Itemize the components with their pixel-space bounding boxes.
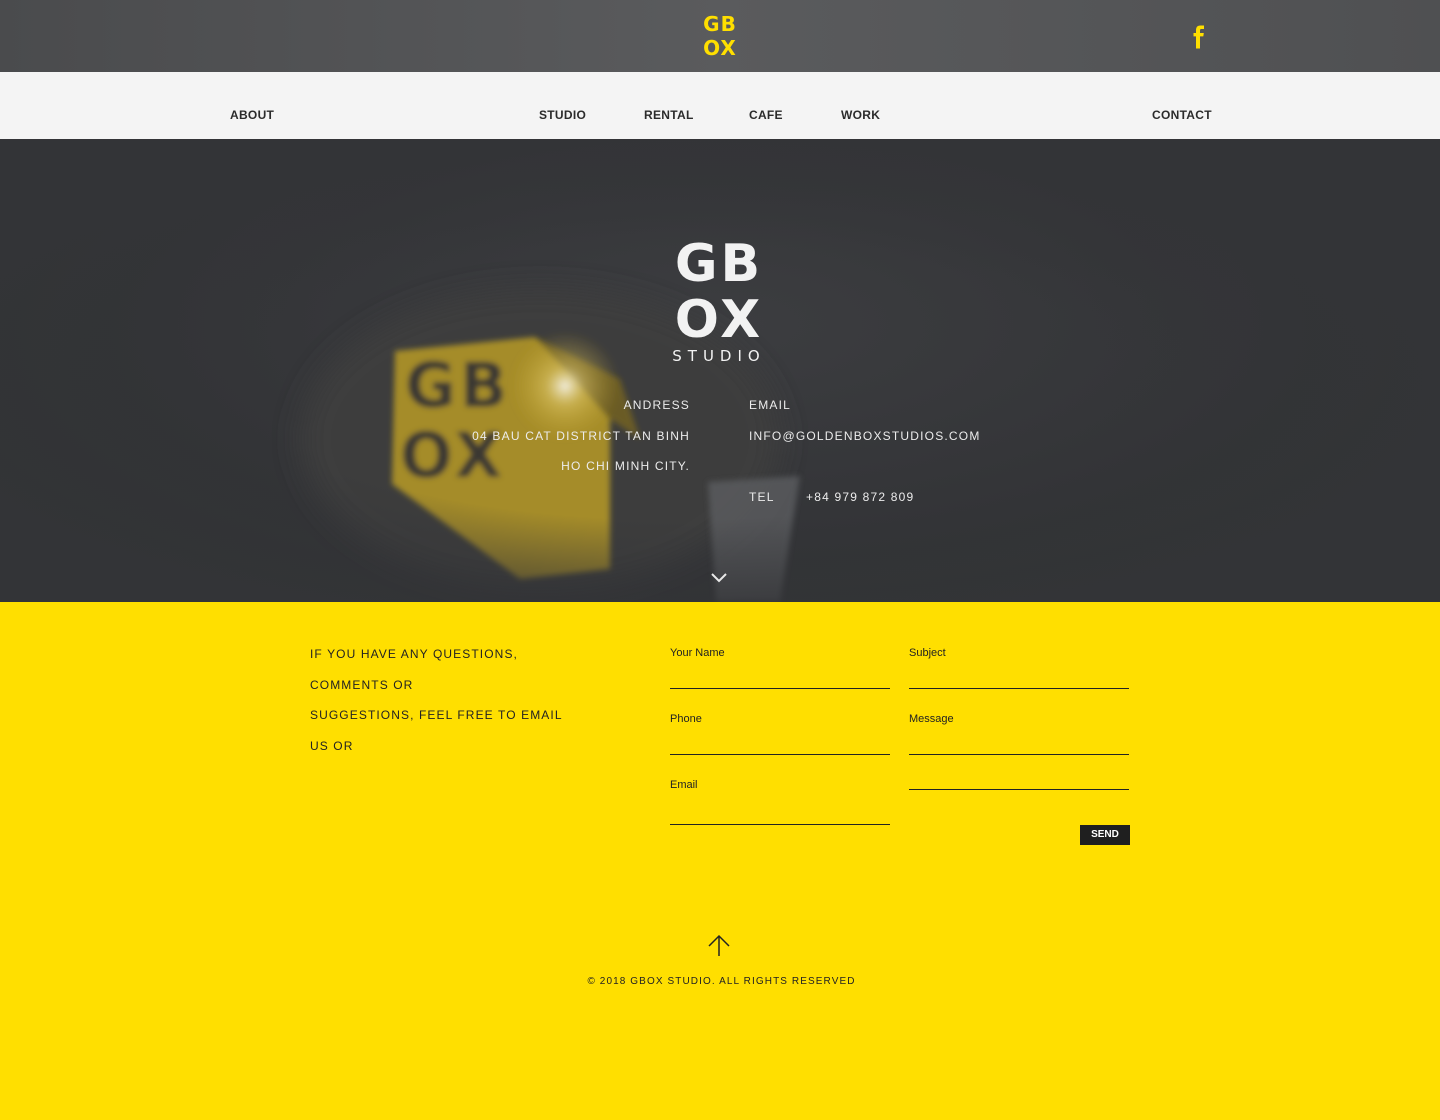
address-line-1: 04 BAU CAT DISTRICT TAN BINH xyxy=(472,429,690,443)
nav-work[interactable]: WORK xyxy=(841,108,880,122)
gbox-logo[interactable]: GB OX xyxy=(697,13,743,59)
gbox-studio-logo: GB OX STUDIO xyxy=(672,234,765,365)
address-label: ANDRESS xyxy=(623,398,690,412)
nav-studio[interactable]: STUDIO xyxy=(539,108,586,122)
email-field-label: Email xyxy=(670,779,698,791)
name-label: Your Name xyxy=(670,647,725,659)
chevron-down-icon[interactable] xyxy=(710,572,728,584)
facebook-icon[interactable] xyxy=(1190,25,1208,49)
contact-lead-line-1: IF YOU HAVE ANY QUESTIONS, xyxy=(310,647,518,661)
message-field[interactable] xyxy=(909,735,1129,755)
svg-text:STUDIO: STUDIO xyxy=(672,347,765,365)
phone-label: Phone xyxy=(670,713,702,725)
tel-label: TEL xyxy=(749,490,775,504)
phone-field[interactable] xyxy=(670,735,890,755)
svg-text:GB: GB xyxy=(703,13,737,36)
svg-text:OX: OX xyxy=(675,290,763,350)
message-field-second-line[interactable] xyxy=(909,789,1129,790)
top-header: GB OX xyxy=(0,0,1440,72)
svg-text:OX: OX xyxy=(703,36,737,59)
hero-section: GB OX GB OX STUDIO ANDRESS 04 BAU CAT DI… xyxy=(0,139,1440,602)
email-field[interactable] xyxy=(670,805,890,825)
hero-background-photo: GB OX xyxy=(0,139,1440,602)
contact-lead-line-4: US OR xyxy=(310,739,354,753)
nav-about[interactable]: ABOUT xyxy=(230,108,274,122)
contact-lead-line-3: SUGGESTIONS, FEEL FREE TO EMAIL xyxy=(310,708,563,722)
contact-lead-line-2: COMMENTS OR xyxy=(310,678,414,692)
address-line-2: HO CHI MINH CITY. xyxy=(561,459,690,473)
main-nav: ABOUT STUDIO RENTAL CAFE WORK CONTACT xyxy=(0,72,1440,139)
svg-text:GB: GB xyxy=(675,234,763,294)
arrow-up-icon[interactable] xyxy=(707,934,731,958)
tel-value[interactable]: +84 979 872 809 xyxy=(806,490,914,504)
nav-contact[interactable]: CONTACT xyxy=(1152,108,1212,122)
message-label: Message xyxy=(909,713,954,725)
email-label: EMAIL xyxy=(749,398,792,412)
nav-rental[interactable]: RENTAL xyxy=(644,108,694,122)
name-field[interactable] xyxy=(670,669,890,689)
email-value[interactable]: INFO@GOLDENBOXSTUDIOS.COM xyxy=(749,429,981,443)
copyright-text: © 2018 GBOX STUDIO. ALL RIGHTS RESERVED xyxy=(587,976,856,987)
nav-cafe[interactable]: CAFE xyxy=(749,108,783,122)
subject-field[interactable] xyxy=(909,669,1129,689)
subject-label: Subject xyxy=(909,647,946,659)
send-button[interactable]: SEND xyxy=(1080,825,1130,845)
